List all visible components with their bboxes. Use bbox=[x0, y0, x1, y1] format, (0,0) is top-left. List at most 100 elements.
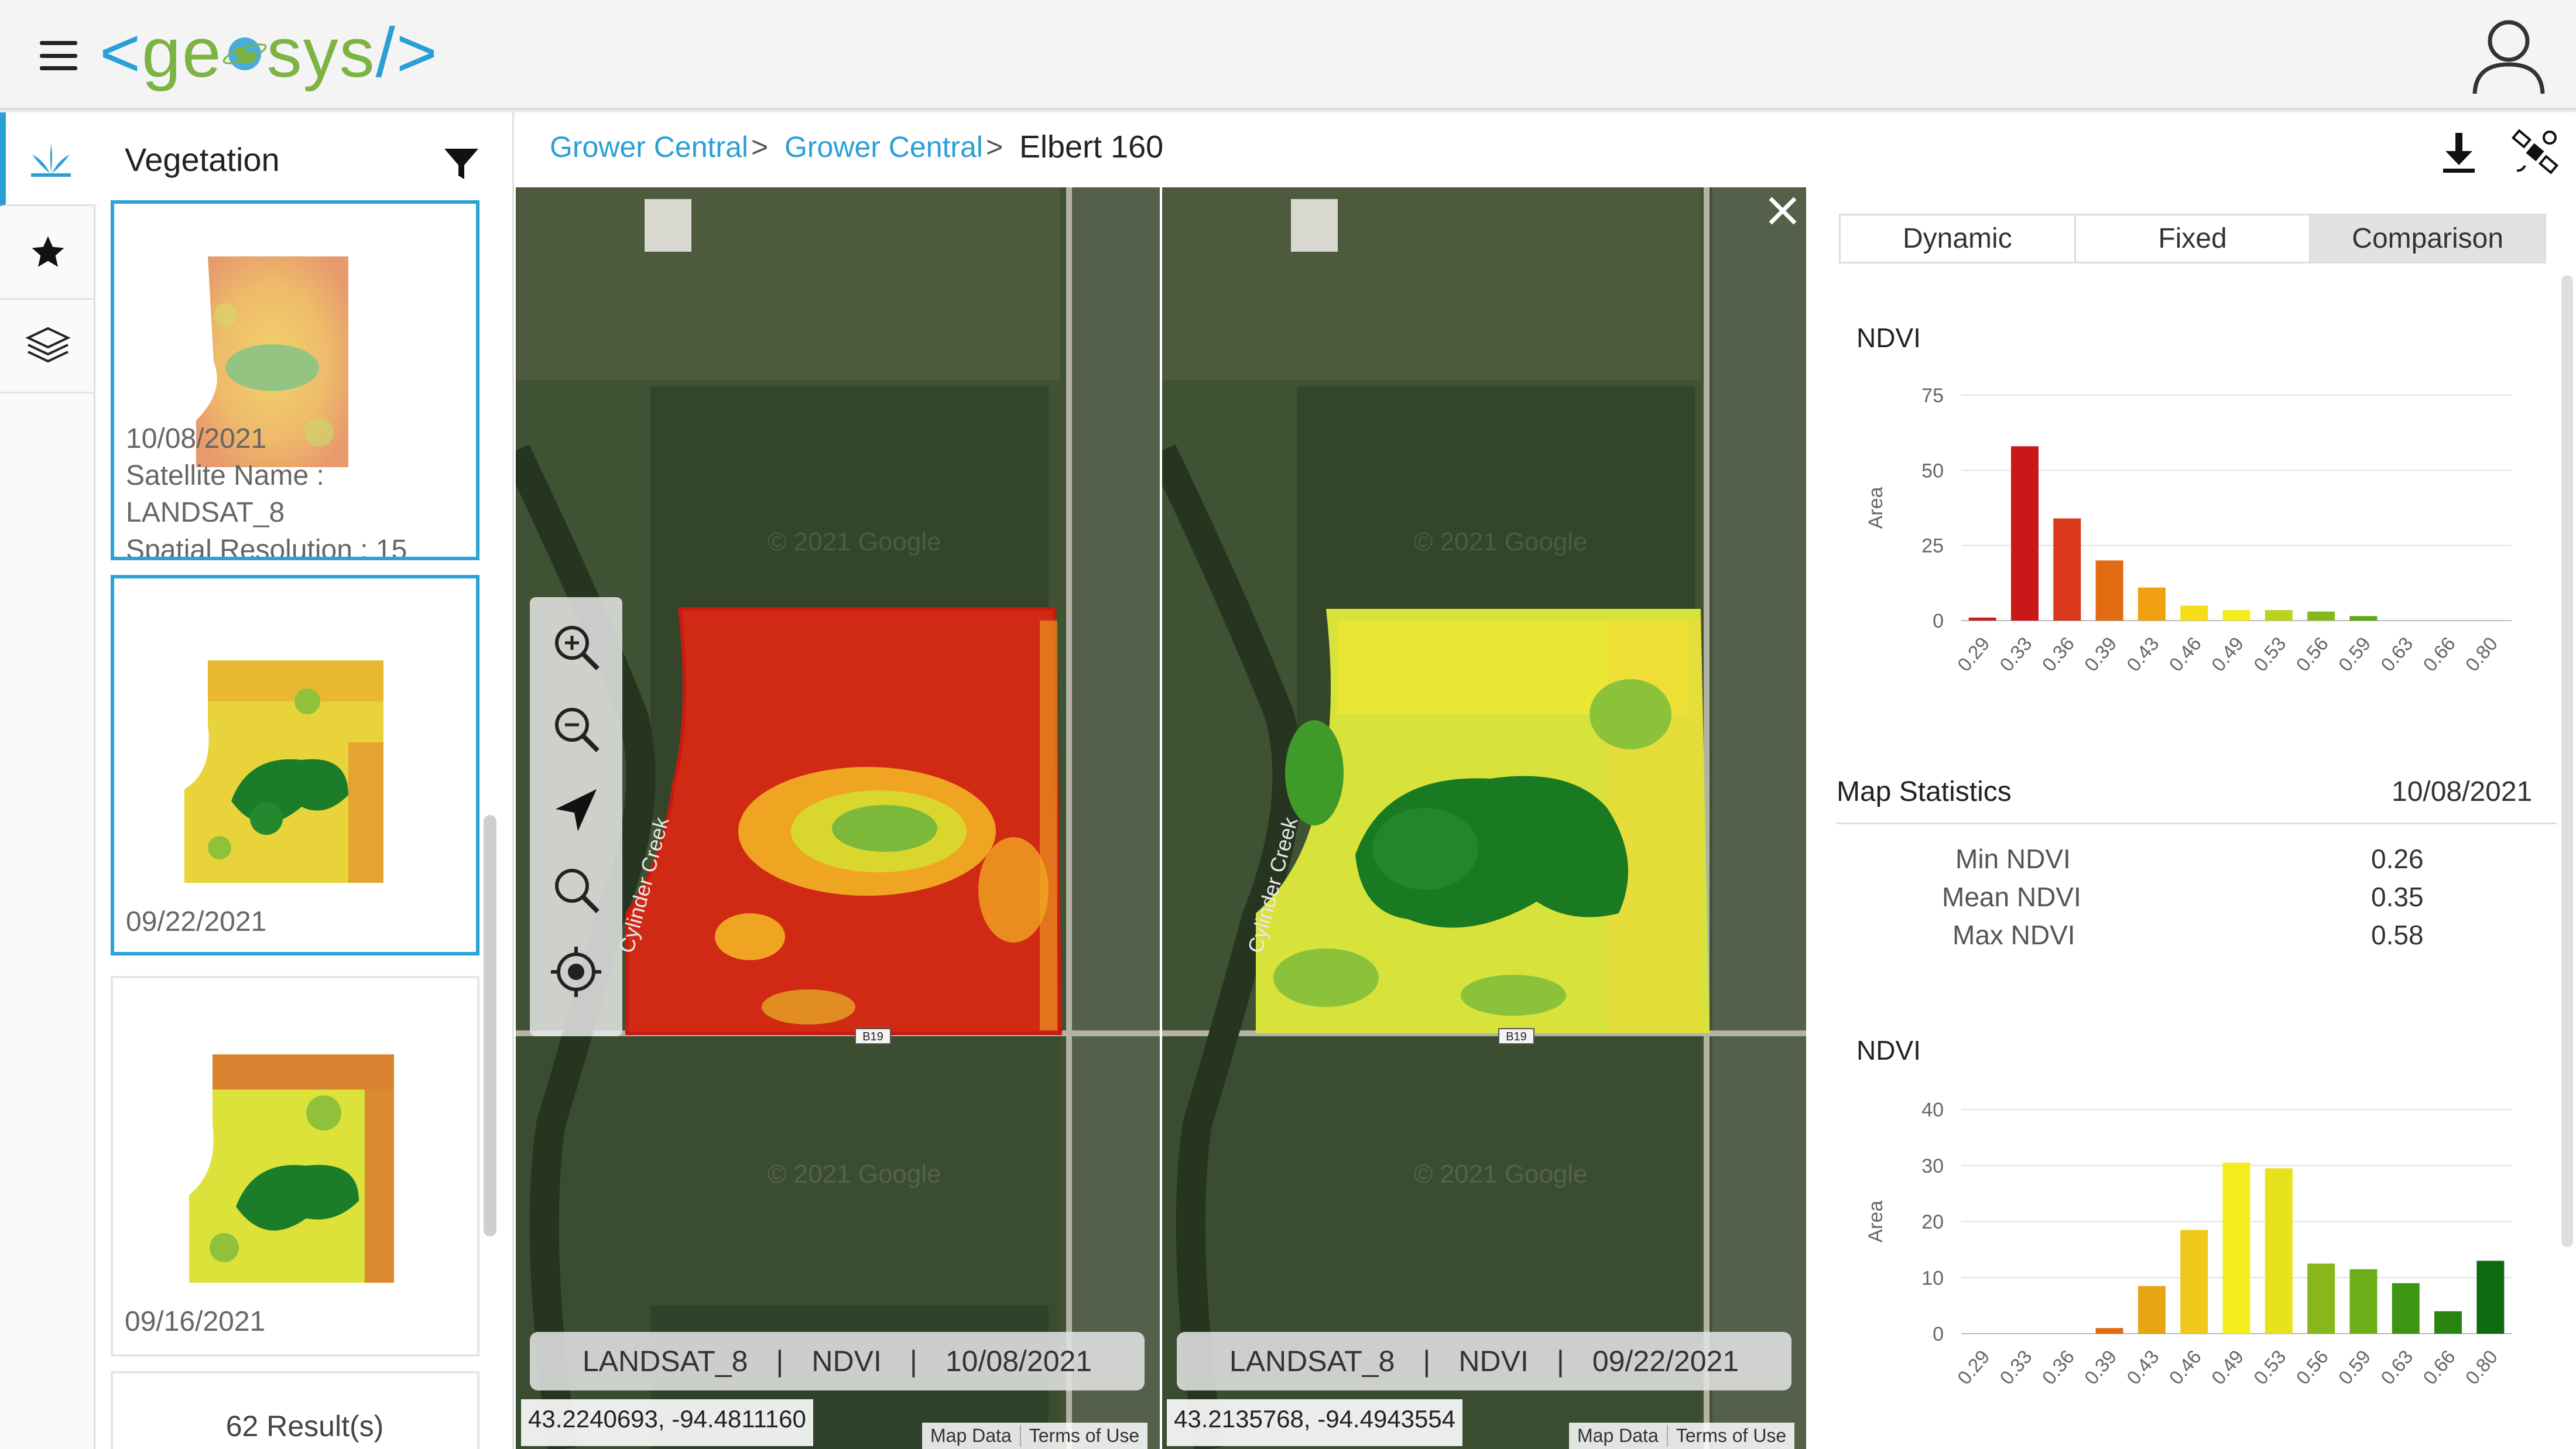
map-coordinates: 43.2135768, -94.4943554 bbox=[1167, 1399, 1463, 1446]
zoom-out-icon[interactable] bbox=[550, 703, 602, 755]
info-divider: | bbox=[776, 1345, 784, 1378]
map-view-right[interactable]: B19 Cylinder Creek © 2021 Google © 2021 … bbox=[1162, 187, 1806, 1449]
tab-comparison[interactable]: Comparison bbox=[2311, 215, 2545, 262]
x-tick-label: 0.53 bbox=[2249, 633, 2290, 676]
ndvi-histogram-chart: 0255075Area0.29 0.33 0.36 0.39 0.43 0.46 0.49 0… bbox=[1865, 385, 2512, 676]
chart-bar bbox=[2180, 605, 2208, 621]
info-index: NDVI bbox=[811, 1345, 882, 1378]
x-tick-label: 0.39 bbox=[2080, 633, 2121, 676]
y-tick-label: 25 bbox=[1921, 535, 1944, 557]
user-profile-icon[interactable] bbox=[2468, 15, 2550, 97]
tab-dynamic[interactable]: Dynamic bbox=[1841, 215, 2076, 262]
zoom-in-icon[interactable] bbox=[550, 621, 602, 673]
star-icon bbox=[32, 236, 64, 267]
globe-icon bbox=[222, 37, 266, 70]
y-tick-label: 50 bbox=[1921, 460, 1944, 482]
x-tick-label: 0.46 bbox=[2164, 1346, 2205, 1389]
download-icon[interactable] bbox=[2438, 130, 2479, 174]
x-tick-label: 0.46 bbox=[2164, 633, 2205, 676]
breadcrumb-link[interactable]: Grower Central bbox=[550, 130, 748, 164]
tab-fixed[interactable]: Fixed bbox=[2075, 215, 2311, 262]
x-tick-label: 0.59 bbox=[2334, 633, 2375, 676]
info-satellite: LANDSAT_8 bbox=[1229, 1345, 1395, 1378]
x-tick-label: 0.43 bbox=[2122, 633, 2163, 676]
y-tick-label: 75 bbox=[1921, 385, 1944, 407]
rail-item-favorites[interactable] bbox=[0, 206, 95, 300]
vegetation-icon bbox=[30, 143, 71, 177]
x-tick-label: 0.66 bbox=[2419, 633, 2459, 676]
chart-bar bbox=[2180, 1229, 2208, 1334]
x-tick-label: 0.66 bbox=[2419, 1346, 2459, 1389]
panel-scrollbar[interactable] bbox=[484, 815, 496, 1236]
chart-bar bbox=[2137, 1286, 2166, 1334]
satellite-icon[interactable] bbox=[2509, 126, 2561, 179]
y-tick-label: 20 bbox=[1921, 1211, 1944, 1234]
x-tick-label: 0.53 bbox=[2249, 1346, 2290, 1389]
x-tick-label: 0.36 bbox=[2037, 633, 2078, 676]
rail-item-vegetation[interactable] bbox=[0, 112, 95, 206]
x-tick-label: 0.29 bbox=[1953, 1346, 1994, 1389]
close-icon[interactable] bbox=[1762, 190, 1803, 231]
ndvi-thumbnail bbox=[189, 1054, 394, 1283]
map-coordinates: 43.2240693, -94.4811160 bbox=[521, 1399, 813, 1446]
x-tick-label: 0.80 bbox=[2461, 633, 2502, 676]
x-tick-label: 0.49 bbox=[2207, 633, 2248, 676]
chart-title: NDVI bbox=[1856, 323, 1921, 353]
map-info-label: LANDSAT_8 | NDVI | 09/22/2021 bbox=[1177, 1332, 1791, 1390]
chart-bar bbox=[1968, 617, 1996, 621]
geosys-logo: < ge sys /> bbox=[100, 13, 439, 92]
chart-bar bbox=[2095, 1328, 2123, 1334]
image-card[interactable]: 09/22/2021 bbox=[111, 575, 479, 955]
locate-target-icon[interactable] bbox=[550, 946, 602, 998]
breadcrumb-link[interactable]: Grower Central bbox=[785, 130, 983, 164]
map-attribution: Map Data Terms of Use bbox=[922, 1423, 1148, 1449]
card-satellite-name: LANDSAT_8 bbox=[126, 497, 285, 528]
hamburger-menu-icon[interactable] bbox=[35, 35, 82, 76]
chart-bar bbox=[2222, 610, 2250, 621]
x-tick-label: 0.56 bbox=[2291, 1346, 2332, 1389]
card-satellite-label: Satellite Name : bbox=[126, 460, 324, 491]
y-axis-label: Area bbox=[1865, 1201, 1887, 1243]
info-satellite: LANDSAT_8 bbox=[582, 1345, 748, 1378]
stat-label: Mean NDVI bbox=[1942, 882, 2081, 912]
map-statistics-title: Map Statistics bbox=[1837, 776, 2012, 807]
image-card[interactable]: 09/16/2021 bbox=[111, 976, 479, 1356]
road-label: B19 bbox=[1506, 1030, 1527, 1043]
info-divider: | bbox=[909, 1345, 917, 1378]
x-tick-label: 0.80 bbox=[2461, 1346, 2502, 1389]
terms-link[interactable]: Terms of Use bbox=[1668, 1425, 1794, 1447]
stat-value: 0.26 bbox=[2371, 844, 2424, 874]
road-label: B19 bbox=[862, 1030, 883, 1043]
y-tick-label: 0 bbox=[1933, 610, 1944, 632]
map-statistics-date: 10/08/2021 bbox=[2392, 776, 2533, 807]
map-toolbar bbox=[530, 597, 622, 1036]
chart-bar bbox=[2137, 587, 2166, 621]
map-data-link[interactable]: Map Data bbox=[1569, 1425, 1668, 1447]
breadcrumb-current: Elbert 160 bbox=[1019, 129, 1164, 165]
rail-item-layers[interactable] bbox=[0, 300, 95, 393]
chart-bar bbox=[2307, 611, 2335, 621]
x-tick-label: 0.33 bbox=[1995, 1346, 2036, 1389]
navigation-arrow-icon[interactable] bbox=[550, 785, 602, 837]
info-divider: | bbox=[1556, 1345, 1564, 1378]
stat-label: Min NDVI bbox=[1955, 844, 2071, 874]
y-axis-label: Area bbox=[1865, 487, 1887, 529]
y-tick-label: 0 bbox=[1933, 1323, 1944, 1345]
map-data-link[interactable]: Map Data bbox=[922, 1425, 1021, 1447]
breadcrumb-separator: > bbox=[751, 131, 769, 163]
map-watermark: © 2021 Google bbox=[768, 527, 941, 556]
x-tick-label: 0.39 bbox=[2080, 1346, 2121, 1389]
terms-link[interactable]: Terms of Use bbox=[1021, 1425, 1147, 1447]
breadcrumb: Grower Central > Grower Central > Elbert… bbox=[516, 112, 2576, 187]
stat-label: Max NDVI bbox=[1952, 920, 2075, 950]
search-icon[interactable] bbox=[550, 864, 602, 916]
image-card[interactable]: 10/08/2021 Satellite Name : LANDSAT_8 Sp… bbox=[111, 200, 479, 560]
filter-icon[interactable] bbox=[441, 143, 482, 184]
results-count: 62 Result(s) bbox=[225, 1410, 384, 1443]
x-tick-label: 0.49 bbox=[2207, 1346, 2248, 1389]
chart-bar bbox=[2392, 1283, 2420, 1334]
x-tick-label: 0.63 bbox=[2376, 1346, 2417, 1389]
card-date: 09/16/2021 bbox=[125, 1306, 266, 1337]
x-tick-label: 0.36 bbox=[2037, 1346, 2078, 1389]
panel-scrollbar[interactable] bbox=[2561, 275, 2573, 1247]
